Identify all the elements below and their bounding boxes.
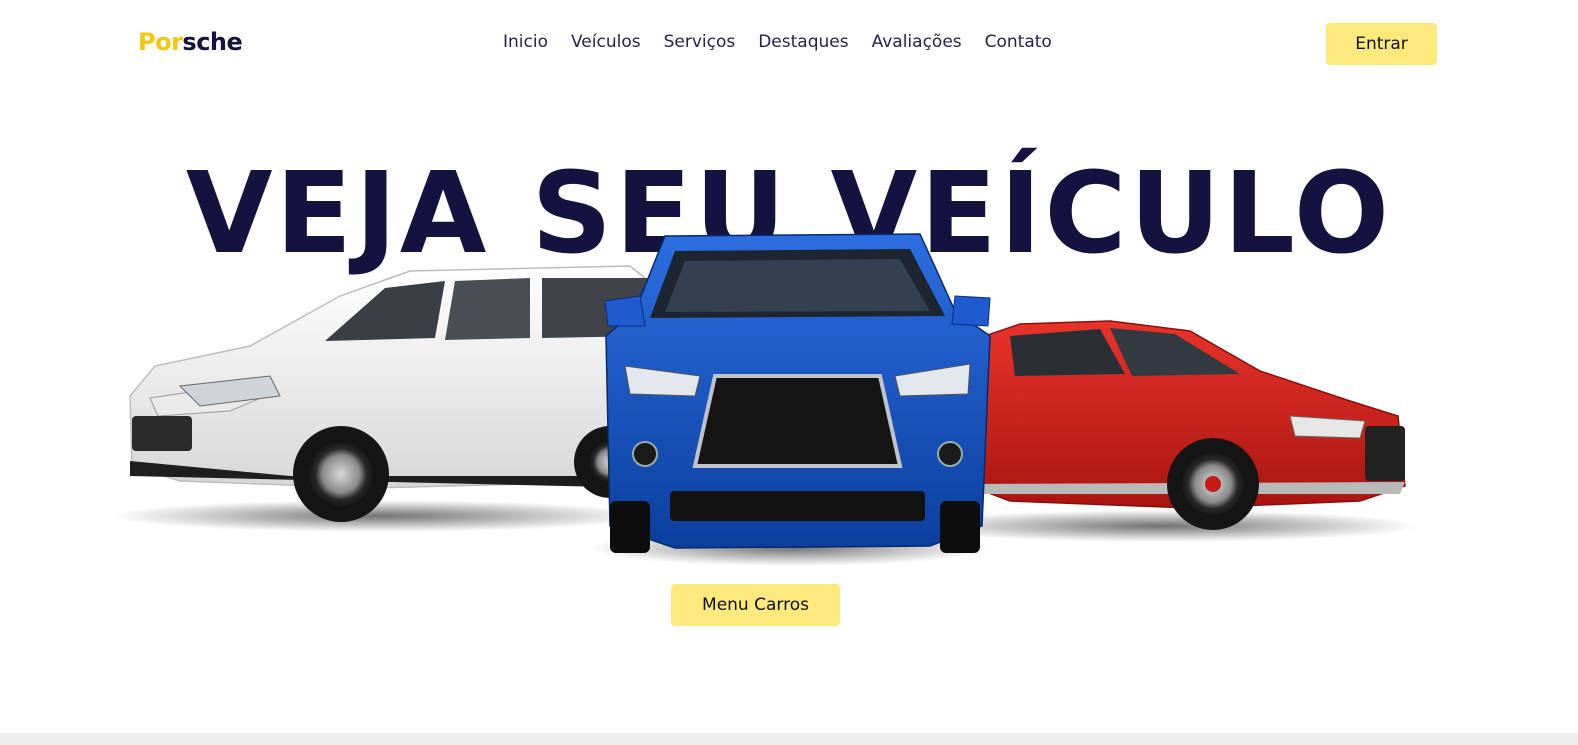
brand-logo[interactable]: Porsche xyxy=(138,28,243,56)
next-section-edge xyxy=(0,733,1578,745)
blue-suv xyxy=(604,233,991,553)
white-suv xyxy=(129,265,656,522)
nav-link-servicos[interactable]: Serviços xyxy=(664,32,736,52)
nav-link-contato[interactable]: Contato xyxy=(985,32,1052,52)
login-button[interactable]: Entrar xyxy=(1326,23,1437,65)
hero-cars-image xyxy=(110,226,1420,566)
nav-link-veiculos[interactable]: Veículos xyxy=(571,32,641,52)
red-sedan xyxy=(969,320,1406,530)
nav-link-destaques[interactable]: Destaques xyxy=(758,32,848,52)
menu-cars-button[interactable]: Menu Carros xyxy=(671,584,840,626)
logo-text-main: sche xyxy=(182,28,243,56)
site-header: Porsche Inicio Veículos Serviços Destaqu… xyxy=(0,0,1578,88)
logo-text-highlight: Por xyxy=(138,28,183,56)
main-nav: Inicio Veículos Serviços Destaques Avali… xyxy=(503,32,1052,52)
nav-link-avaliacoes[interactable]: Avaliações xyxy=(872,32,962,52)
nav-link-inicio[interactable]: Inicio xyxy=(503,32,548,52)
